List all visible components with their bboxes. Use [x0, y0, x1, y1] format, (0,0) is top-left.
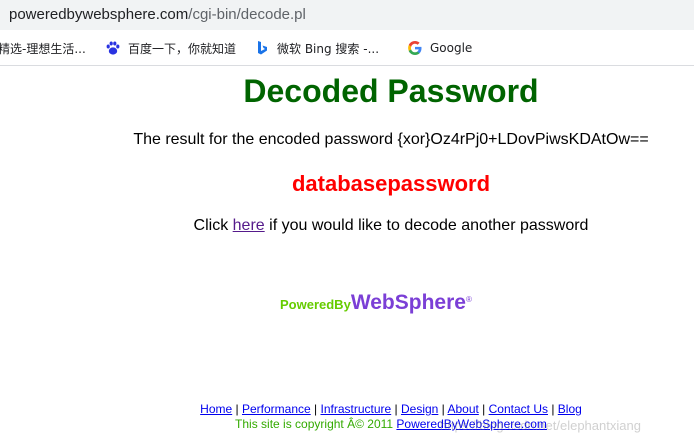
- google-icon: [407, 40, 423, 56]
- baidu-paw-icon: [105, 40, 121, 56]
- footer-link-performance[interactable]: Performance: [242, 402, 311, 416]
- footer-link-design[interactable]: Design: [401, 402, 438, 416]
- url-path: /cgi-bin/decode.pl: [188, 6, 306, 23]
- url-host: poweredbywebsphere.com: [9, 6, 189, 23]
- footer-nav: Home | Performance | Infrastructure | De…: [0, 402, 694, 416]
- address-bar[interactable]: poweredbywebsphere.com/cgi-bin/decode.pl: [0, 0, 694, 30]
- result-line: The result for the encoded password {xor…: [0, 131, 694, 149]
- click-suffix: if you would like to decode another pass…: [264, 217, 589, 234]
- bing-icon: [254, 40, 270, 56]
- page-title: Decoded Password: [243, 73, 539, 109]
- footer-link-about[interactable]: About: [447, 402, 478, 416]
- decoded-password: databasepassword: [291, 171, 491, 196]
- copyright-prefix: This site is copyright Â© 2011: [235, 417, 397, 431]
- websphere-logo[interactable]: PoweredByWebSphere®: [280, 291, 472, 315]
- decode-again-line: Click here if you would like to decode a…: [0, 217, 694, 235]
- result-prefix: The result for the encoded password: [133, 131, 398, 148]
- footer-link-infrastructure[interactable]: Infrastructure: [320, 402, 391, 416]
- bookmark-label: 精选-理想生活...: [0, 41, 86, 56]
- bookmark-label: 百度一下，你就知道: [128, 41, 237, 56]
- bookmark-item-baidu[interactable]: 百度一下，你就知道: [105, 39, 236, 57]
- here-link[interactable]: here: [233, 217, 265, 234]
- footer-separator: |: [391, 402, 401, 416]
- footer-separator: |: [478, 402, 489, 416]
- bookmark-label: Google: [430, 41, 473, 55]
- click-prefix: Click: [193, 217, 233, 234]
- bookmark-item-google[interactable]: Google: [407, 39, 472, 57]
- logo-registered-mark: ®: [465, 295, 472, 304]
- footer-link-blog[interactable]: Blog: [558, 402, 582, 416]
- bookmark-label: 微软 Bing 搜索 -...: [277, 41, 380, 56]
- footer-separator: |: [232, 402, 242, 416]
- bookmark-item-1[interactable]: 精选-理想生活...: [0, 39, 86, 57]
- encoded-password: {xor}Oz4rPj0+LDovPiwsKDAtOw==: [397, 131, 649, 148]
- footer-link-contact-us[interactable]: Contact Us: [489, 402, 548, 416]
- watermark: https://blog.csdn.net/elephantxiang: [440, 418, 641, 433]
- footer-separator: |: [547, 402, 558, 416]
- bookmark-item-bing[interactable]: 微软 Bing 搜索 -...: [254, 39, 379, 57]
- footer-separator: |: [310, 402, 321, 416]
- url-text[interactable]: poweredbywebsphere.com/cgi-bin/decode.pl: [9, 6, 306, 23]
- logo-powered-by: PoweredBy: [280, 297, 351, 312]
- logo-websphere: WebSphere: [350, 291, 466, 314]
- bookmarks-bar: 精选-理想生活... 百度一下，你就知道 微软 Bing 搜索 -... Goo…: [0, 30, 694, 66]
- footer-link-home[interactable]: Home: [200, 402, 232, 416]
